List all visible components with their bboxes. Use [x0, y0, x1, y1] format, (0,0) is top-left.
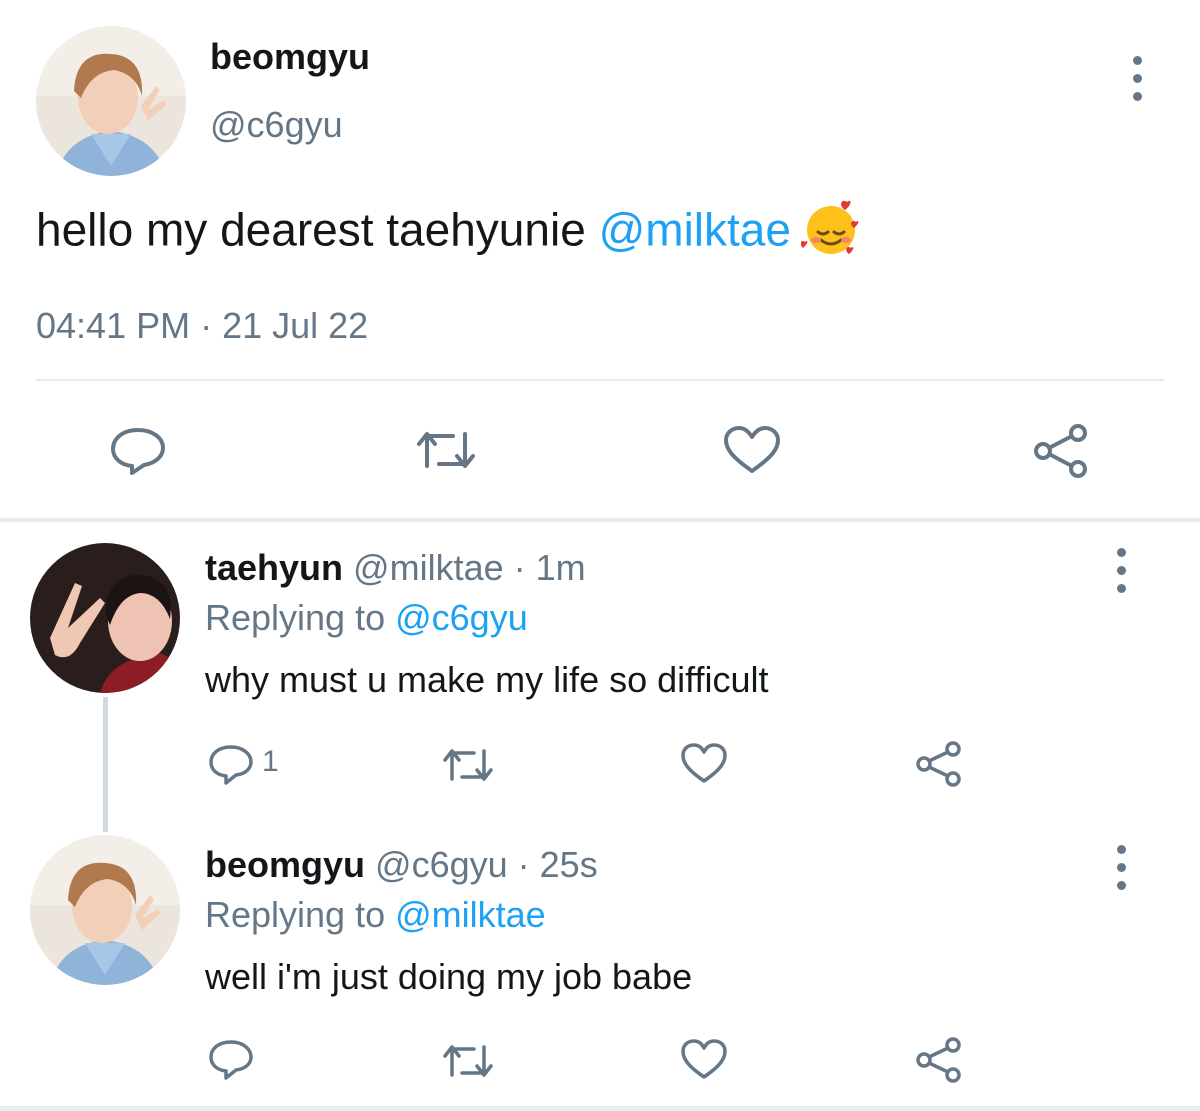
avatar[interactable] — [30, 835, 180, 985]
mention-link[interactable]: @milktae — [599, 204, 791, 256]
reply-time[interactable]: · 1m — [514, 547, 586, 588]
reply-icon[interactable] — [108, 425, 168, 477]
tweet-text: hello my dearest taehyunie @milktae — [36, 200, 863, 267]
retweet-icon[interactable] — [413, 426, 479, 474]
more-options-icon[interactable] — [1127, 56, 1147, 101]
section-separator — [0, 518, 1200, 522]
reply-header: taehyun @milktae · 1m — [205, 547, 586, 589]
like-icon[interactable] — [722, 425, 782, 477]
author-name[interactable]: taehyun — [205, 547, 343, 588]
share-icon[interactable] — [915, 740, 963, 788]
more-options-icon[interactable] — [1111, 548, 1131, 593]
author-handle[interactable]: @milktae — [353, 547, 504, 588]
bottom-divider — [0, 1106, 1200, 1111]
share-icon[interactable] — [915, 1036, 963, 1084]
reply-count: 1 — [262, 745, 279, 778]
reply-header: beomgyu @c6gyu · 25s — [205, 844, 598, 886]
avatar[interactable] — [30, 543, 180, 693]
more-options-icon[interactable] — [1111, 845, 1131, 890]
replying-to: Replying to @c6gyu — [205, 597, 528, 639]
retweet-icon[interactable] — [440, 744, 496, 786]
reply-text: well i'm just doing my job babe — [205, 956, 693, 997]
author-handle[interactable]: @c6gyu — [375, 844, 508, 885]
like-icon[interactable] — [680, 742, 728, 786]
author-handle[interactable]: @c6gyu — [210, 104, 343, 146]
reply-icon[interactable] — [207, 1038, 255, 1082]
author-name[interactable]: beomgyu — [210, 36, 370, 78]
replying-label: Replying to — [205, 597, 396, 638]
replying-label: Replying to — [205, 894, 396, 935]
like-icon[interactable] — [680, 1038, 728, 1082]
main-tweet: beomgyu @c6gyu hello my dearest taehyuni… — [0, 0, 1200, 520]
reply-text: why must u make my life so difficult — [205, 659, 769, 700]
mention-link[interactable]: @milktae — [395, 894, 546, 935]
share-icon[interactable] — [1032, 422, 1090, 480]
author-name[interactable]: beomgyu — [205, 844, 365, 885]
reply-icon[interactable] — [207, 743, 255, 787]
divider — [36, 379, 1164, 381]
replying-to: Replying to @milktae — [205, 894, 546, 936]
mention-link[interactable]: @c6gyu — [395, 597, 528, 638]
tweet-body: hello my dearest taehyunie — [36, 203, 599, 256]
thread-connector — [103, 697, 108, 832]
reply-time[interactable]: · 25s — [518, 844, 598, 885]
avatar[interactable] — [36, 26, 186, 176]
smiling-face-with-hearts-icon — [800, 200, 863, 267]
tweet-timestamp[interactable]: 04:41 PM · 21 Jul 22 — [36, 305, 368, 347]
retweet-icon[interactable] — [440, 1040, 496, 1082]
